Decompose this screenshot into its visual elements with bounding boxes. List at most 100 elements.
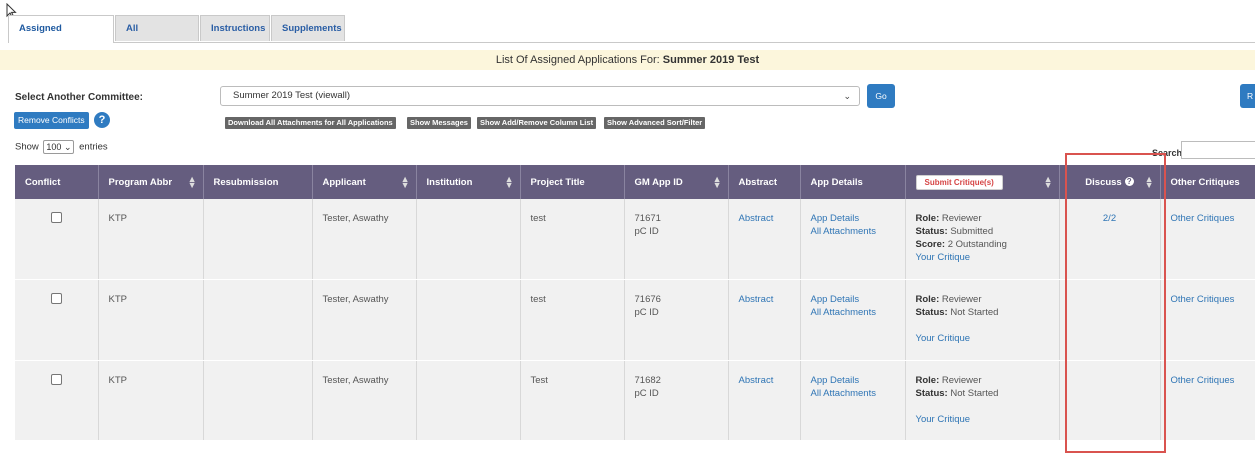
abstract-cell: Abstract [728,279,801,361]
col-applicant[interactable]: Applicant ▲ ▼ [312,165,417,199]
submit-critiques-button[interactable]: Submit Critique(s) [915,174,1003,190]
status-value: Not Started [950,387,999,399]
role-label: Role: [915,374,940,386]
tab-instructions[interactable]: Instructions [200,15,270,41]
your-critique-link[interactable]: Your Critique [916,333,971,344]
role-label: Role: [915,213,940,224]
abstract-link[interactable]: Abstract [739,294,774,305]
show-advanced-sort-filter-button[interactable]: Show Advanced Sort/Filter [604,117,706,129]
go-button[interactable]: Go [867,84,895,108]
other-critiques-link[interactable]: Other Critiques [1171,375,1235,386]
search-input[interactable] [1181,141,1255,159]
col-institution-label: Institution [426,176,473,188]
entries-value: 100 [46,142,62,152]
col-resubmission[interactable]: Resubmission [203,165,313,199]
resubmission-cell [203,199,313,280]
show-add-remove-column-button[interactable]: Show Add/Remove Column List [477,117,597,129]
status-value: Not Started [950,306,999,318]
pc-id: pC ID [634,306,659,318]
applications-table: Conflict Program Abbr ▲ ▼ Resubmission App… [15,165,1255,441]
program-cell: KTP [98,199,204,280]
show-messages-button[interactable]: Show Messages [407,117,471,129]
conflict-cell [15,360,99,441]
col-abstract[interactable]: Abstract [728,165,801,199]
status-label: Status: [915,306,948,318]
tab-assigned-applications[interactable]: Assigned Applications [8,15,114,60]
entries-label: entries [79,141,108,153]
col-program-abbr[interactable]: Program Abbr ▲ ▼ [98,165,204,199]
applicant-cell: Tester, Aswathy [312,360,417,441]
institution-cell [416,279,521,361]
col-institution[interactable]: Institution ▲ ▼ [416,165,521,199]
role-label: Role: [915,293,940,305]
col-abstract-label: Abstract [738,176,778,188]
status-label: Status: [915,226,948,237]
other-critiques-link[interactable]: Other Critiques [1171,213,1235,224]
app-details-cell: App Details All Attachments [800,199,906,280]
score-label: Score: [915,239,946,250]
app-id-cell: 71676 pC ID [624,279,729,361]
app-id-cell: 71671 pC ID [624,199,729,280]
col-conflict[interactable]: Conflict [15,165,99,199]
all-attachments-link[interactable]: All Attachments [811,226,876,237]
committee-select-label: Select Another Committee: [15,92,143,103]
pc-id: pC ID [634,226,659,237]
other-critiques-cell: Other Critiques [1160,199,1255,280]
col-gm-app-id-label: GM App ID [634,176,683,188]
app-details-link[interactable]: App Details [811,213,860,224]
sort-icon: ▲ ▼ [1043,174,1053,190]
score-value: 2 Outstanding [947,239,1007,250]
discuss-cell [1059,360,1161,441]
banner-prefix: List Of Assigned Applications For: [495,54,660,66]
other-critiques-link[interactable]: Other Critiques [1171,294,1235,305]
your-critique-link[interactable]: Your Critique [916,252,971,263]
abstract-link[interactable]: Abstract [739,213,774,224]
tab-all-applications[interactable]: All Applications [115,15,199,60]
app-id-cell: 71682 pC ID [624,360,729,441]
sort-icon: ▲ ▼ [712,174,722,190]
help-icon[interactable]: ? [1124,177,1134,187]
tab-supplements[interactable]: Supplements [271,15,345,41]
show-entries-control: Show 100 ⌄ entries [15,140,108,154]
page-title-banner: List Of Assigned Applications For: Summe… [0,50,1255,70]
conflict-checkbox[interactable] [50,212,62,223]
table-row: KTP Tester, Aswathy test 71671 pC ID Abst… [15,199,1255,280]
col-gm-app-id[interactable]: GM App ID ▲ ▼ [624,165,729,199]
critique-cell: Role: Reviewer Status: Not Started Your … [905,279,1060,361]
all-attachments-link[interactable]: All Attachments [811,307,876,318]
table-row: KTP Tester, Aswathy Test 71682 pC ID Abst… [15,360,1255,441]
applicant-cell: Tester, Aswathy [312,279,417,361]
download-all-attachments-button[interactable]: Download All Attachments for All Applica… [225,117,396,129]
col-app-details[interactable]: App Details [800,165,906,199]
program-cell: KTP [98,360,204,441]
conflict-cell [15,279,99,361]
app-details-cell: App Details All Attachments [800,360,906,441]
discuss-link[interactable]: 2/2 [1103,213,1116,224]
sort-icon: ▲ ▼ [400,174,410,190]
help-icon[interactable]: ? [94,112,110,128]
col-project-title[interactable]: Project Title [520,165,625,199]
col-other-critiques[interactable]: Other Critiques [1160,165,1255,199]
discuss-cell: 2/2 [1059,199,1161,280]
remove-conflicts-button[interactable]: Remove Conflicts [14,112,89,129]
table-row: KTP Tester, Aswathy test 71676 pC ID Abst… [15,279,1255,361]
app-details-link[interactable]: App Details [811,375,860,386]
tab-bar: Assigned Applications All Applications I… [8,15,1255,60]
right-edge-button[interactable]: R [1240,84,1255,108]
sort-icon: ▲ ▼ [187,174,197,190]
col-discuss[interactable]: Discuss? ▲ ▼ [1059,165,1161,199]
committee-select[interactable]: Summer 2019 Test (viewall) ⌄ [220,86,860,106]
app-details-link[interactable]: App Details [811,294,860,305]
project-title-cell: test [520,199,625,280]
app-id: 71671 [634,213,661,224]
your-critique-link[interactable]: Your Critique [916,414,971,425]
abstract-cell: Abstract [728,199,801,280]
all-attachments-link[interactable]: All Attachments [811,388,876,399]
col-app-details-label: App Details [810,176,863,188]
conflict-checkbox[interactable] [50,373,62,385]
col-resubmission-label: Resubmission [213,176,279,188]
abstract-link[interactable]: Abstract [739,375,774,386]
resubmission-cell [203,279,313,361]
conflict-checkbox[interactable] [50,292,62,304]
entries-select[interactable]: 100 ⌄ [43,140,75,154]
